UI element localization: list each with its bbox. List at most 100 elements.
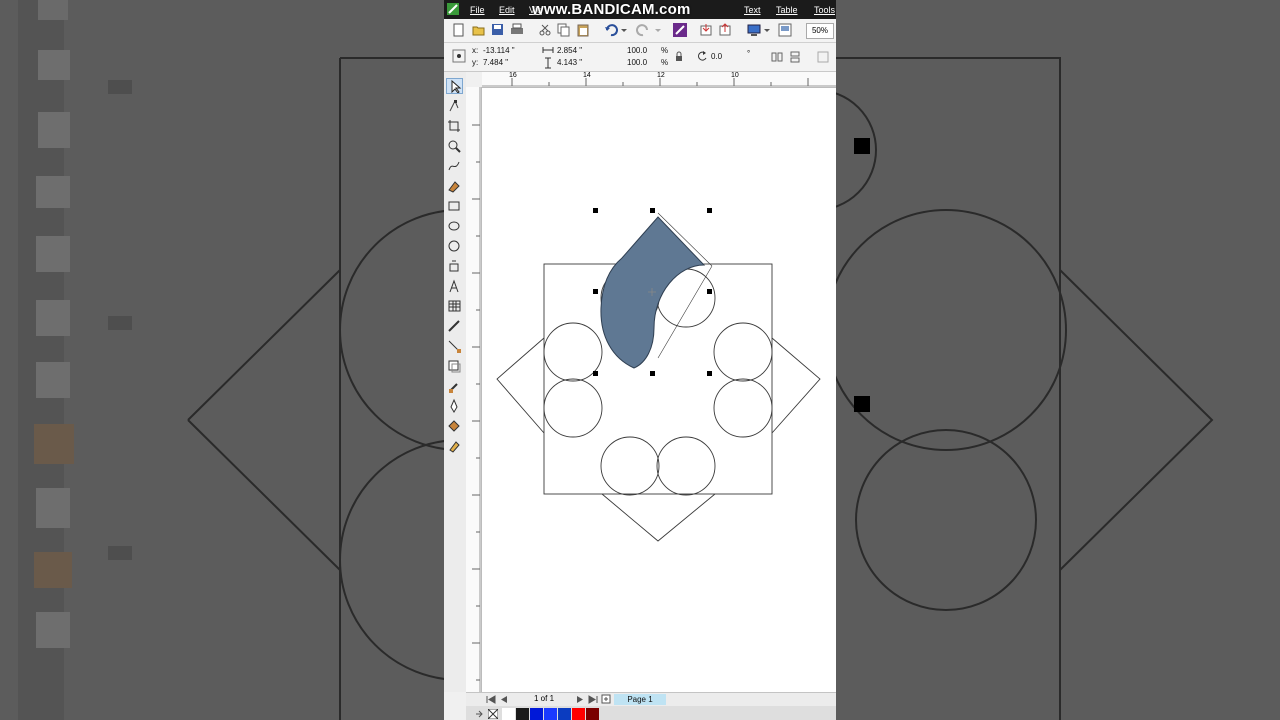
drop-shadow-tool-icon[interactable] <box>446 358 463 374</box>
interactive-fill-tool-icon[interactable] <box>446 438 463 454</box>
open-folder-icon[interactable] <box>472 23 486 37</box>
menu-table[interactable]: Table <box>776 5 798 15</box>
redo-icon[interactable] <box>636 23 650 37</box>
color-swatch-blue[interactable] <box>530 708 543 720</box>
first-page-icon[interactable] <box>486 695 496 704</box>
scale-height-field[interactable]: 100.0 <box>627 58 647 68</box>
menu-text[interactable]: Text <box>744 5 761 15</box>
table-tool-icon[interactable] <box>446 298 463 314</box>
welcome-screen-icon[interactable] <box>778 23 792 37</box>
rectangle-tool-icon[interactable] <box>446 198 463 214</box>
color-swatch-black[interactable] <box>516 708 529 720</box>
circle-outline[interactable] <box>656 436 716 496</box>
palette-scroll-icon[interactable] <box>474 709 484 719</box>
connector-tool-icon[interactable] <box>446 338 463 354</box>
ellipse-tool-icon[interactable] <box>446 218 463 234</box>
quick-customize-icon[interactable] <box>816 50 830 64</box>
menu-file[interactable]: File <box>470 5 485 15</box>
degree-label: ° <box>747 49 751 58</box>
freehand-tool-icon[interactable] <box>446 158 463 174</box>
rotation-angle-field[interactable]: 0.0 <box>711 52 722 62</box>
toolbox <box>444 72 467 692</box>
polygon-tool-icon[interactable] <box>446 238 463 254</box>
menu-tools[interactable]: Tools <box>814 5 835 15</box>
page-counter: 1 of 1 <box>534 694 555 703</box>
text-tool-icon[interactable] <box>446 278 463 294</box>
undo-icon[interactable] <box>604 23 618 37</box>
left-petal-outline[interactable] <box>496 337 545 434</box>
selection-handle[interactable] <box>650 208 655 213</box>
object-origin-icon[interactable] <box>452 49 466 63</box>
corel-app-window: File Edit Vie Text Table Tools www.BANDI… <box>444 0 836 720</box>
dimension-tool-icon[interactable] <box>446 318 463 334</box>
color-swatch-red[interactable] <box>572 708 585 720</box>
no-color-icon[interactable] <box>488 709 498 719</box>
selection-handle[interactable] <box>707 208 712 213</box>
selection-handle[interactable] <box>593 208 598 213</box>
crop-tool-icon[interactable] <box>446 118 463 134</box>
export-icon[interactable] <box>718 23 732 37</box>
copy-icon[interactable] <box>557 23 571 37</box>
launcher-dropdown-icon[interactable] <box>763 23 777 37</box>
save-icon[interactable] <box>491 23 505 37</box>
undo-dropdown-icon[interactable] <box>620 23 634 37</box>
basic-shapes-tool-icon[interactable] <box>446 258 463 274</box>
ruler-corner[interactable] <box>466 72 483 88</box>
bottom-petal-outline[interactable] <box>601 493 716 542</box>
fill-tool-icon[interactable] <box>446 418 463 434</box>
object-height-field[interactable]: 4.143 " <box>557 58 582 68</box>
selection-handle[interactable] <box>707 289 712 294</box>
selection-handle[interactable] <box>707 371 712 376</box>
scale-width-field[interactable]: 100.0 <box>627 46 647 56</box>
color-palette <box>466 706 836 720</box>
next-page-icon[interactable] <box>576 695 584 704</box>
selection-handle[interactable] <box>650 371 655 376</box>
menu-edit[interactable]: Edit <box>499 5 515 15</box>
outline-pen-tool-icon[interactable] <box>446 398 463 414</box>
color-swatch-light-blue[interactable] <box>544 708 557 720</box>
previous-page-icon[interactable] <box>500 695 508 704</box>
redo-dropdown-icon[interactable] <box>654 23 668 37</box>
paste-icon[interactable] <box>576 23 590 37</box>
print-icon[interactable] <box>510 23 524 37</box>
mirror-horizontal-icon[interactable] <box>770 50 784 64</box>
add-page-icon[interactable] <box>601 694 611 704</box>
drawing-canvas[interactable] <box>482 88 836 692</box>
circle-outline[interactable] <box>543 378 603 438</box>
circle-outline[interactable] <box>713 322 773 382</box>
vertical-ruler[interactable] <box>466 87 482 692</box>
x-position-field[interactable]: -13.114 " <box>483 46 515 56</box>
application-launcher-icon[interactable] <box>747 23 761 37</box>
eyedropper-tool-icon[interactable] <box>446 378 463 394</box>
last-page-icon[interactable] <box>588 695 598 704</box>
color-swatch-white[interactable] <box>502 708 515 720</box>
selected-petal-shape[interactable] <box>600 216 706 369</box>
shape-tool-icon[interactable] <box>446 98 463 114</box>
object-width-field[interactable]: 2.854 " <box>557 46 582 56</box>
color-swatch-dark-blue[interactable] <box>558 708 571 720</box>
selection-handle[interactable] <box>593 371 598 376</box>
cut-icon[interactable] <box>538 23 552 37</box>
new-document-icon[interactable] <box>452 23 466 37</box>
lock-ratio-icon[interactable] <box>674 51 688 65</box>
y-position-field[interactable]: 7.484 " <box>483 58 508 68</box>
circle-outline[interactable] <box>600 436 660 496</box>
x-label: x: <box>472 46 479 55</box>
horizontal-ruler[interactable]: 16 14 12 10 <box>482 72 836 88</box>
color-swatch-dark-red[interactable] <box>586 708 599 720</box>
menu-bar: File Edit Vie Text Table Tools www.BANDI… <box>444 0 836 19</box>
pick-tool-icon[interactable] <box>446 78 463 94</box>
import-icon[interactable] <box>699 23 713 37</box>
zoom-tool-icon[interactable] <box>446 138 463 154</box>
smart-fill-tool-icon[interactable] <box>446 178 463 194</box>
drawing-artwork[interactable] <box>482 88 836 692</box>
mirror-vertical-icon[interactable] <box>788 50 802 64</box>
page-tab-1[interactable]: Page 1 <box>614 694 666 705</box>
circle-outline[interactable] <box>713 378 773 438</box>
ruler-label-12: 12 <box>657 72 665 79</box>
search-content-icon[interactable] <box>673 23 687 37</box>
selection-handle[interactable] <box>593 289 598 294</box>
zoom-level-select[interactable]: 50% <box>806 23 834 39</box>
right-petal-outline[interactable] <box>771 337 821 434</box>
percent-height-label: % <box>661 58 669 67</box>
